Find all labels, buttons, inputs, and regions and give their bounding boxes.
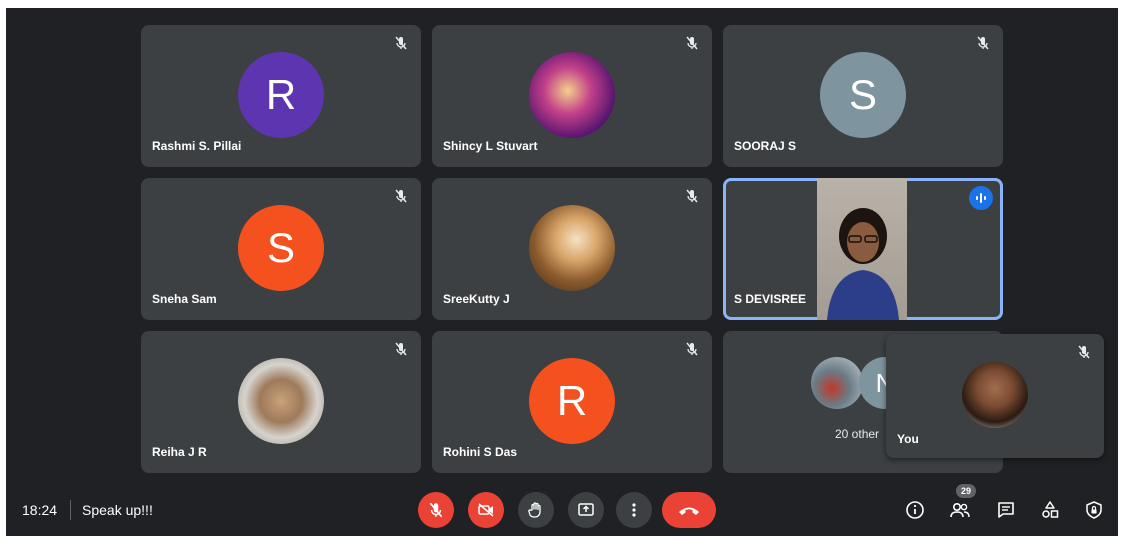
divider <box>70 500 71 520</box>
activities-button[interactable] <box>1036 496 1064 524</box>
shield-lock-icon <box>1086 501 1102 519</box>
participant-name: SOORAJ S <box>734 139 797 153</box>
participant-tile-rohini[interactable]: R Rohini S Das <box>432 331 712 473</box>
hand-icon <box>528 502 541 518</box>
participant-tile-sneha[interactable]: S Sneha Sam <box>141 178 421 320</box>
participant-name: Sneha Sam <box>152 292 217 306</box>
avatar: R <box>529 358 615 444</box>
activities-icon <box>1042 501 1059 518</box>
host-controls-button[interactable] <box>1080 496 1108 524</box>
others-avatar-photo <box>811 357 863 409</box>
mic-off-icon <box>395 36 407 50</box>
mic-off-icon <box>429 502 443 518</box>
camera-toggle-button[interactable] <box>468 492 504 528</box>
people-icon <box>950 502 970 518</box>
hang-up-icon <box>679 507 699 515</box>
mic-off-icon <box>977 36 989 50</box>
more-options-button[interactable] <box>616 492 652 528</box>
participant-tile-sooraj[interactable]: S SOORAJ S <box>723 25 1003 167</box>
self-avatar-photo <box>962 362 1028 428</box>
mic-off-icon <box>686 342 698 356</box>
camera-off-icon <box>478 503 494 517</box>
self-view-tile[interactable]: You <box>886 334 1104 458</box>
meeting-details-button[interactable] <box>901 496 929 524</box>
present-icon <box>578 503 594 516</box>
chat-icon <box>998 502 1014 518</box>
person-silhouette <box>827 208 899 320</box>
participant-video <box>817 178 907 320</box>
meeting-title: Speak up!!! <box>82 502 153 518</box>
avatar: S <box>238 205 324 291</box>
participant-name: Shincy L Stuvart <box>443 139 538 153</box>
participant-name: Rashmi S. Pillai <box>152 139 242 153</box>
meeting-stage: R Rashmi S. Pillai Shincy L Stuvart S SO… <box>6 8 1118 536</box>
participant-tile-rashmi[interactable]: R Rashmi S. Pillai <box>141 25 421 167</box>
avatar: R <box>238 52 324 138</box>
others-count-label: 20 other <box>835 427 880 441</box>
mic-off-icon <box>686 189 698 203</box>
chat-button[interactable] <box>992 496 1020 524</box>
mic-off-icon <box>395 342 407 356</box>
participant-tile-sreekutty[interactable]: SreeKutty J <box>432 178 712 320</box>
self-name-label: You <box>897 432 919 446</box>
raise-hand-button[interactable] <box>518 492 554 528</box>
present-screen-button[interactable] <box>568 492 604 528</box>
meeting-clock: 18:24 <box>22 502 58 518</box>
participant-tile-shincy[interactable]: Shincy L Stuvart <box>432 25 712 167</box>
mic-off-icon <box>686 36 698 50</box>
avatar-photo <box>529 52 615 138</box>
participant-name: Rohini S Das <box>443 445 518 459</box>
participant-name: Reiha J R <box>152 445 207 459</box>
mic-off-icon <box>395 189 407 203</box>
participant-name: SreeKutty J <box>443 292 510 306</box>
mic-toggle-button[interactable] <box>418 492 454 528</box>
avatar-photo <box>238 358 324 444</box>
avatar: S <box>820 52 906 138</box>
more-vert-icon <box>632 503 636 517</box>
participant-tile-devisree[interactable]: S DEVISREE <box>723 178 1003 320</box>
avatar-photo <box>529 205 615 291</box>
bottom-control-bar: 18:24 Speak up!!! 29 <box>6 478 1118 536</box>
participant-name: S DEVISREE <box>734 292 807 306</box>
info-icon <box>906 501 924 519</box>
speaking-indicator-icon <box>969 186 993 210</box>
people-button[interactable] <box>946 496 974 524</box>
leave-call-button[interactable] <box>662 492 716 528</box>
participant-tile-reiha[interactable]: Reiha J R <box>141 331 421 473</box>
mic-off-icon <box>1078 345 1090 359</box>
